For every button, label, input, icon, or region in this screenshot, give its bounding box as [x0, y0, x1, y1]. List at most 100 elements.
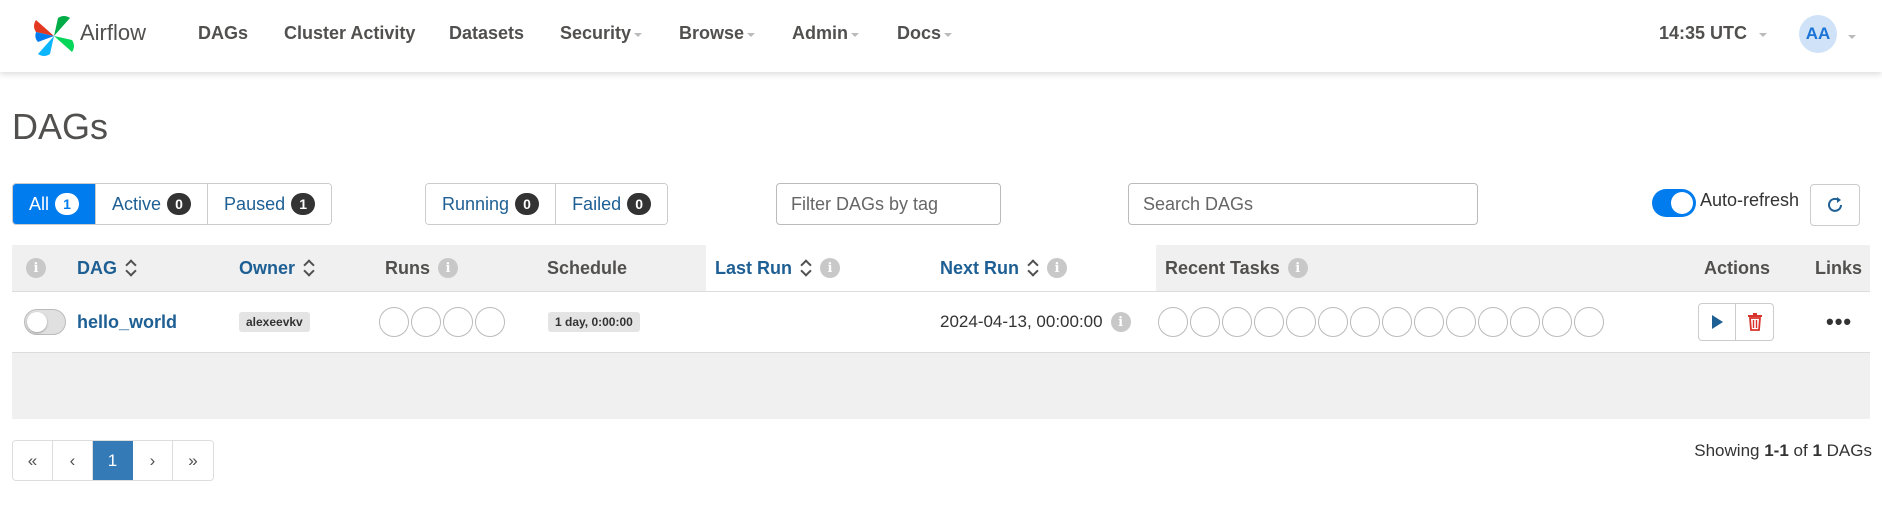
sort-icon [800, 258, 812, 278]
airflow-logo-icon [34, 16, 74, 56]
showing-of: of [1793, 441, 1808, 460]
page-last-button[interactable]: » [173, 441, 213, 480]
next-run-value: 2024-04-13, 00:00:00 [940, 312, 1103, 331]
run-status-circle[interactable] [475, 307, 505, 337]
schedule-cell: 1 day, 0:00:00 [548, 292, 640, 352]
next-run-cell: 2024-04-13, 00:00:00 i [940, 292, 1131, 352]
user-avatar[interactable]: AA [1799, 15, 1837, 53]
header-owner-label: Owner [239, 257, 296, 278]
nav-cluster-activity-label: Cluster Activity [284, 22, 416, 43]
task-status-circle[interactable] [1286, 307, 1316, 337]
header-owner-sort[interactable]: Owner [239, 245, 315, 291]
pagination: « ‹ 1 › » [12, 440, 214, 481]
task-status-circle[interactable] [1222, 307, 1252, 337]
trigger-dag-button[interactable] [1698, 303, 1736, 341]
page-title: DAGs [12, 106, 109, 147]
filter-paused-label: Paused [224, 193, 286, 214]
sort-icon [1027, 258, 1039, 278]
header-actions-label: Actions [1704, 257, 1771, 278]
caret-down-icon [944, 33, 953, 37]
actions-cell [1698, 292, 1774, 352]
task-status-circle[interactable] [1318, 307, 1348, 337]
info-icon[interactable]: i [1047, 258, 1068, 278]
runs-cell [379, 292, 507, 352]
filter-failed-button[interactable]: Failed 0 [556, 184, 668, 224]
tag-filter-input[interactable] [776, 183, 1001, 225]
header-dag-sort[interactable]: DAG [77, 245, 137, 291]
table-row: hello_world alexeevkv 1 day, 0:00:00 202… [12, 291, 1870, 353]
task-status-circle[interactable] [1382, 307, 1412, 337]
filter-active-label: Active [112, 193, 162, 214]
refresh-button[interactable] [1810, 184, 1860, 226]
filter-all-label: All [29, 193, 50, 214]
filter-running-button[interactable]: Running 0 [426, 184, 557, 224]
caret-down-icon[interactable] [1848, 35, 1856, 39]
page-first-button[interactable]: « [13, 441, 53, 480]
info-icon[interactable]: i [438, 258, 458, 278]
toggle-knob [1671, 192, 1693, 214]
header-links-label: Links [1815, 257, 1863, 278]
filter-active-button[interactable]: Active 0 [96, 184, 209, 224]
task-status-circle[interactable] [1350, 307, 1380, 337]
auto-refresh-toggle[interactable] [1652, 189, 1696, 217]
run-status-circle[interactable] [443, 307, 473, 337]
run-state-filter-group: Running 0 Failed 0 [425, 183, 669, 225]
nav-datasets-label: Datasets [449, 22, 525, 43]
filter-paused-button[interactable]: Paused 1 [208, 184, 332, 224]
task-status-circle[interactable] [1254, 307, 1284, 337]
nav-security-label: Security [560, 22, 632, 43]
showing-suffix: DAGs [1826, 441, 1872, 460]
task-status-circle[interactable] [1542, 307, 1572, 337]
info-icon[interactable]: i [26, 258, 46, 278]
header-last-run-label: Last Run [715, 257, 793, 278]
sort-icon [303, 258, 315, 278]
recent-tasks-cell [1158, 292, 1606, 352]
header-dag-label: DAG [77, 257, 117, 278]
sort-icon [125, 258, 137, 278]
task-status-circle[interactable] [1158, 307, 1188, 337]
nav-cluster-activity[interactable]: Cluster Activity [284, 0, 415, 66]
header-recent-tasks: Recent Tasks i [1165, 245, 1308, 291]
brand-link[interactable]: Airflow [30, 6, 146, 66]
task-status-circle[interactable] [1510, 307, 1540, 337]
page-prev-button[interactable]: ‹ [53, 441, 93, 480]
nav-datasets[interactable]: Datasets [449, 0, 524, 66]
filter-all-button[interactable]: All 1 [13, 184, 97, 224]
nav-docs-dropdown[interactable]: Docs [897, 0, 953, 66]
page-current-button[interactable]: 1 [93, 441, 133, 480]
task-status-circle[interactable] [1478, 307, 1508, 337]
search-dags-input[interactable] [1128, 183, 1478, 225]
task-status-circle[interactable] [1414, 307, 1444, 337]
delete-dag-button[interactable] [1736, 303, 1774, 341]
nav-security-dropdown[interactable]: Security [560, 0, 643, 66]
owner-cell: alexeevkv [239, 292, 310, 352]
task-status-circle[interactable] [1446, 307, 1476, 337]
info-icon[interactable]: i [1110, 312, 1131, 332]
play-icon [1712, 315, 1723, 329]
nav-dags[interactable]: DAGs [198, 0, 248, 66]
header-links: Links [1815, 245, 1862, 291]
timezone-dropdown[interactable]: 14:35 UTC [1659, 0, 1768, 66]
dag-pause-toggle[interactable] [24, 309, 66, 335]
caret-down-icon [747, 33, 756, 37]
page-next-button[interactable]: › [133, 441, 173, 480]
nav-browse-label: Browse [679, 22, 745, 43]
links-cell: ••• [1826, 292, 1852, 352]
table-header: i DAG Owner Runs i Schedule Last Run i N… [12, 245, 1870, 291]
nav-admin-dropdown[interactable]: Admin [792, 0, 859, 66]
run-status-circle[interactable] [379, 307, 409, 337]
header-next-run-sort[interactable]: Next Run i [931, 245, 1156, 291]
schedule-tag[interactable]: 1 day, 0:00:00 [548, 312, 640, 332]
header-last-run-sort[interactable]: Last Run i [706, 245, 931, 291]
owner-tag[interactable]: alexeevkv [239, 312, 310, 332]
dag-id-link[interactable]: hello_world [77, 312, 177, 333]
header-info: i [26, 245, 46, 291]
info-icon[interactable]: i [1287, 258, 1308, 278]
more-links-icon[interactable]: ••• [1826, 309, 1852, 335]
trash-icon [1747, 313, 1762, 331]
info-icon[interactable]: i [820, 258, 841, 278]
run-status-circle[interactable] [411, 307, 441, 337]
task-status-circle[interactable] [1190, 307, 1220, 337]
nav-browse-dropdown[interactable]: Browse [679, 0, 756, 66]
task-status-circle[interactable] [1574, 307, 1604, 337]
